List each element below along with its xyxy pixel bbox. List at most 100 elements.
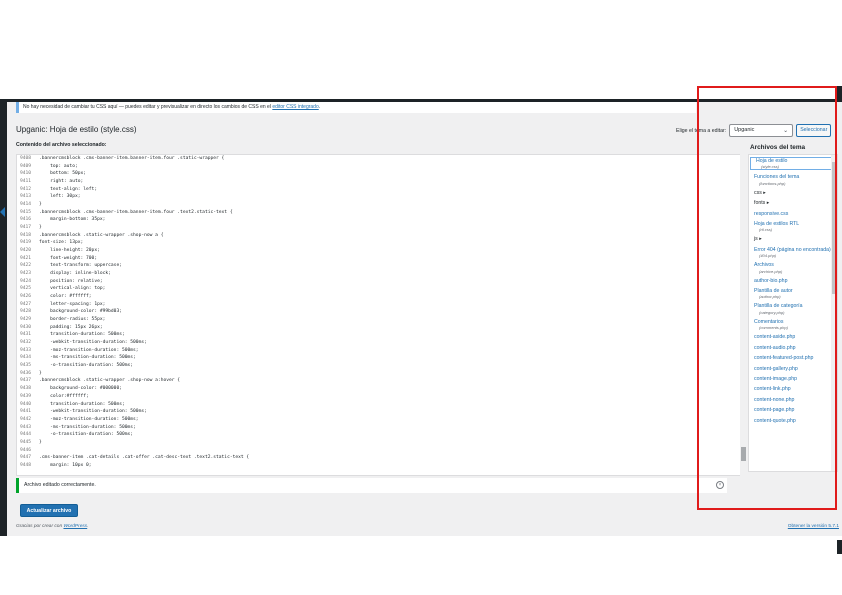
line-code: .bannercmsblock .cms-banner-item.banner-… [39,156,225,161]
code-line: 9439 color:#ffffff; [17,393,747,401]
code-line: 9431 transition-duration: 500ms; [17,331,747,339]
line-code: -moz-transition-duration: 500ms; [39,347,139,353]
line-code: display: inline-block; [39,271,111,277]
line-number: 9442 [20,416,32,422]
line-code: } [39,225,42,231]
line-code: border-radius: 55px; [39,317,106,323]
line-code: font-size: 13px; [39,240,84,246]
code-line: 9448 margin: 10px 0; [17,462,747,470]
edge-artifact [837,86,842,99]
line-number: 9411 [20,179,32,185]
code-line: 9423 display: inline-block; [17,270,747,278]
code-line: 9419 font-size: 13px; [17,239,747,247]
code-line: 9424 position: relative; [17,278,747,286]
code-line: 9430 padding: 15px 26px; [17,324,747,332]
line-code: line-height: 20px; [39,248,100,254]
line-number: 9446 [20,447,32,453]
page-title: Upganic: Hoja de estilo (style.css) [16,125,137,134]
line-code: -o-transition-duration: 500ms; [39,363,134,369]
line-number: 9431 [20,332,32,338]
line-number: 9443 [20,424,32,430]
code-line: 9433 -moz-transition-duration: 500ms; [17,347,747,355]
line-number: 9415 [20,209,32,215]
update-file-button[interactable]: Actualizar archivo [20,504,78,517]
code-line: 9408 .bannercmsblock .cms-banner-item.ban… [17,155,747,163]
wordpress-link[interactable]: WordPress [63,524,87,529]
line-number: 9445 [20,439,32,445]
line-code: background-color: #000000; [39,386,122,392]
line-code: transition-duration: 500ms; [39,401,125,407]
code-line: 9425 vertical-align: top; [17,285,747,293]
line-number: 9435 [20,363,32,369]
line-number: 9418 [20,232,32,238]
line-code: color:#ffffff; [39,393,89,399]
line-number: 9447 [20,455,32,461]
line-number: 9448 [20,462,32,468]
line-code: -ms-transition-duration: 500ms; [39,355,136,361]
code-line: 9440 transition-duration: 500ms; [17,401,747,409]
line-number: 9421 [20,255,32,261]
line-code: margin-bottom: 35px; [39,217,106,223]
code-line: 9438 background-color: #000000; [17,385,747,393]
highlight-box [697,86,837,510]
line-number: 9430 [20,324,32,330]
line-code: transition-duration: 500ms; [39,332,125,338]
line-code: text-align: left; [39,186,98,192]
code-line: 9445} [17,439,747,447]
line-number: 9437 [20,378,32,384]
code-line: 9422 text-transform: uppercase; [17,262,747,270]
code-line: 9411 right: auto; [17,178,747,186]
line-code: text-transform: uppercase; [39,263,122,269]
line-number: 9444 [20,432,32,438]
success-notice: Archivo editado correctamente. × [16,478,727,493]
code-line: 9429 border-radius: 55px; [17,316,747,324]
code-line: 9415 .bannercmsblock .cms-banner-item.ban… [17,209,747,217]
code-line: 9414} [17,201,747,209]
code-line: 9416 margin-bottom: 35px; [17,216,747,224]
code-editor[interactable]: 9408 .bannercmsblock .cms-banner-item.ban… [16,154,748,476]
code-line: 9434 -ms-transition-duration: 500ms; [17,354,747,362]
line-number: 9409 [20,163,32,169]
code-line: 9409 top: auto; [17,163,747,171]
code-line: 9441 -webkit-transition-duration: 500ms; [17,408,747,416]
line-number: 9424 [20,278,32,284]
notice-suffix: . [318,104,321,110]
menu-current-arrow-icon [0,207,5,217]
css-editor-notice: No hay necesidad de cambiar tu CSS aquí … [16,102,696,113]
line-code: .bannercmsblock .cms-banner-item.banner-… [39,209,233,215]
line-number: 9432 [20,340,32,346]
code-line: 9443 -ms-transition-duration: 500ms; [17,424,747,432]
line-code: vertical-align: top; [39,286,106,292]
line-number: 9436 [20,370,32,376]
code-line: 9410 bottom: 50px; [17,170,747,178]
line-number: 9423 [20,271,32,277]
code-line: 9442 -moz-transition-duration: 500ms; [17,416,747,424]
line-number: 9417 [20,225,32,231]
line-code: -ms-transition-duration: 500ms; [39,424,136,430]
file-content-label: Contenido del archivo seleccionado: [16,142,107,148]
code-line: 9413 left: 30px; [17,193,747,201]
line-code: } [39,202,42,208]
code-line: 9417} [17,224,747,232]
line-number: 9426 [20,294,32,300]
code-line: 9421 font-weight: 700; [17,255,747,263]
code-line: 9427 letter-spacing: 1px; [17,301,747,309]
line-code: .cms-banner-item .cat-details .cat-offer… [39,455,250,461]
line-number: 9420 [20,248,32,254]
code-line: 9426 color: #ffffff; [17,293,747,301]
line-code: -o-transition-duration: 500ms; [39,432,134,438]
line-code: position: relative; [39,278,103,284]
line-code: } [39,439,42,445]
line-code: } [39,370,42,376]
line-code: top: auto; [39,163,78,169]
code-line: 9446 [17,447,747,455]
line-number: 9419 [20,240,32,246]
line-code: padding: 15px 26px; [39,324,103,330]
notice-text: No hay necesidad de cambiar tu CSS aquí … [23,104,271,110]
line-code: letter-spacing: 1px; [39,301,106,307]
get-version-link[interactable]: Obtener la versión 5.7.1 [788,524,839,529]
code-line: 9418 .bannercmsblock .static-wrapper .sho… [17,232,747,240]
line-number: 9422 [20,263,32,269]
line-code: margin: 10px 0; [39,462,92,468]
custom-css-editor-link[interactable]: editor CSS integrado [272,104,318,110]
